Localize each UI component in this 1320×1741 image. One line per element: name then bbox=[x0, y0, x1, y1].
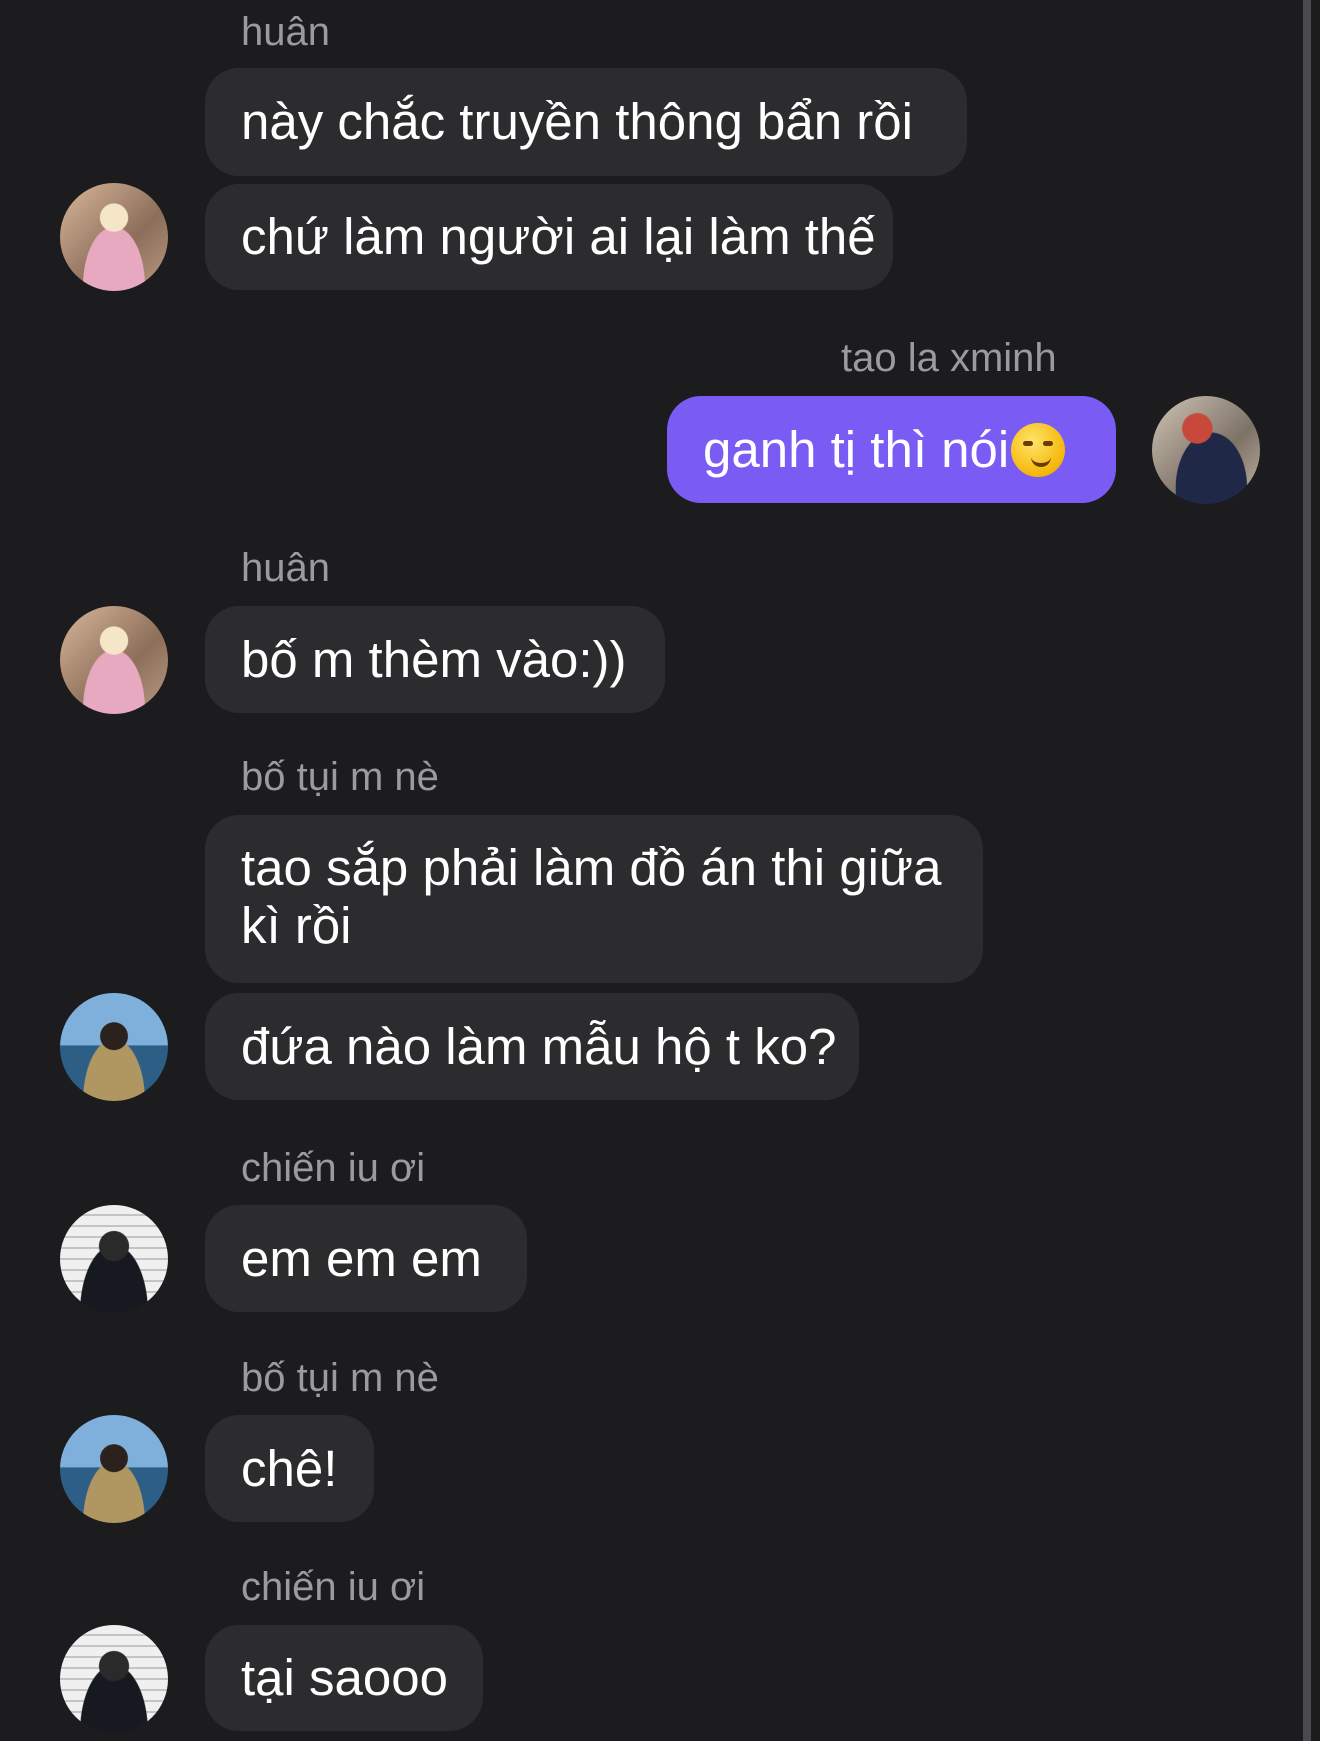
sender-name: bố tụi m nè bbox=[241, 1356, 439, 1400]
sender-name: chiến iu ơi bbox=[241, 1565, 426, 1609]
avatar[interactable] bbox=[60, 606, 168, 714]
message-bubble[interactable]: chứ làm người ai lại làm thế bbox=[205, 184, 893, 290]
message-text: ganh tị thì nói bbox=[703, 420, 1010, 478]
sender-name: huân bbox=[241, 546, 330, 590]
sender-name: huân bbox=[241, 10, 330, 54]
sender-name: tao la xminh bbox=[841, 336, 1057, 380]
message-bubble[interactable]: đứa nào làm mẫu hộ t ko? bbox=[205, 993, 859, 1100]
sender-name: bố tụi m nè bbox=[241, 755, 439, 799]
message-bubble[interactable]: tao sắp phải làm đồ án thi giữa kì rồi bbox=[205, 815, 983, 983]
smirking-face-icon bbox=[1011, 422, 1066, 477]
scrollbar[interactable] bbox=[1303, 0, 1311, 1741]
sender-name: chiến iu ơi bbox=[241, 1146, 426, 1190]
message-bubble[interactable]: chê! bbox=[205, 1415, 374, 1522]
avatar[interactable] bbox=[60, 1415, 168, 1523]
own-message-bubble[interactable]: ganh tị thì nói bbox=[667, 396, 1116, 503]
message-bubble[interactable]: bố m thèm vào:)) bbox=[205, 606, 665, 713]
message-bubble[interactable]: em em em bbox=[205, 1205, 527, 1312]
avatar[interactable] bbox=[60, 1205, 168, 1313]
avatar[interactable] bbox=[60, 183, 168, 291]
message-bubble[interactable]: này chắc truyền thông bẩn rồi bbox=[205, 68, 967, 176]
message-bubble[interactable]: tại saooo bbox=[205, 1625, 483, 1731]
avatar[interactable] bbox=[60, 993, 168, 1101]
chat-thread[interactable]: huân này chắc truyền thông bẩn rồi chứ l… bbox=[0, 0, 1320, 1741]
avatar[interactable] bbox=[60, 1625, 168, 1733]
avatar[interactable] bbox=[1152, 396, 1260, 504]
